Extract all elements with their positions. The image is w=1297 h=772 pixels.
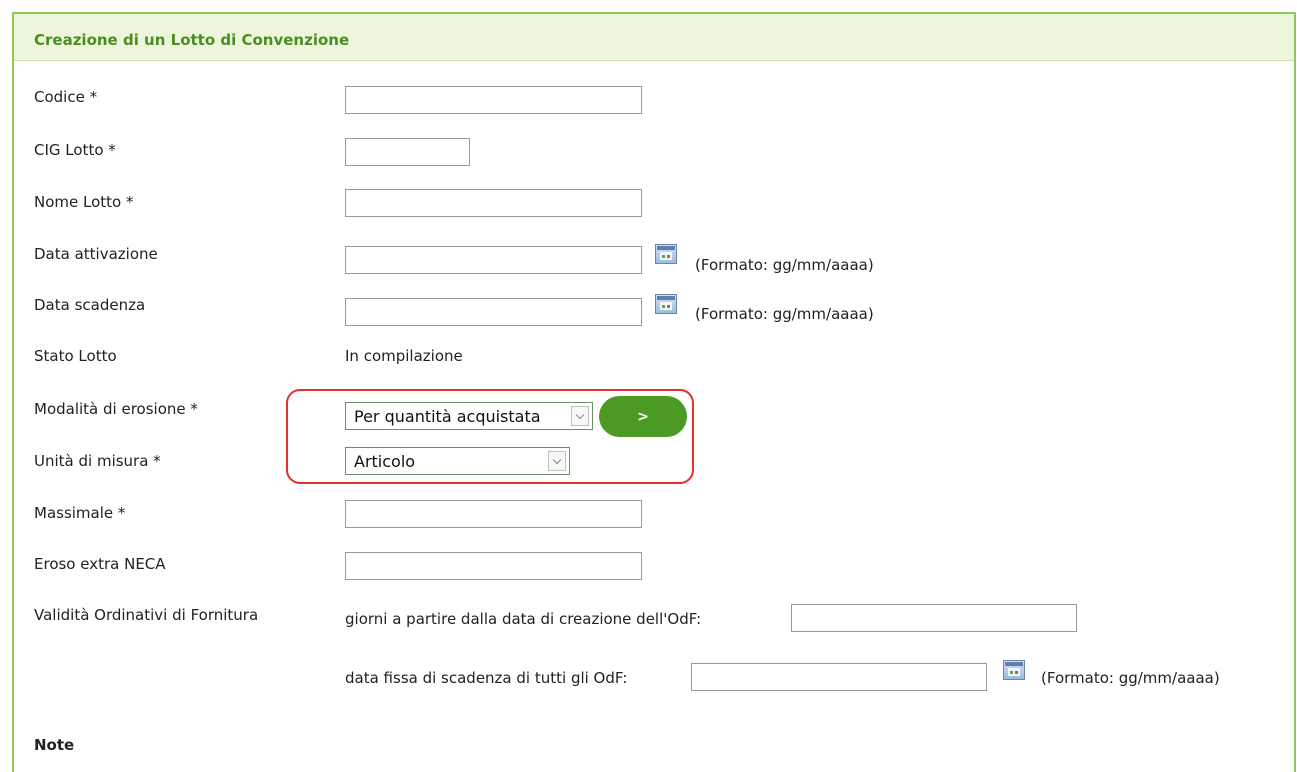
codice-label: Codice * [34,88,98,106]
massimale-input[interactable] [345,500,642,528]
eroso-extra-neca-input[interactable] [345,552,642,580]
data-attivazione-format-hint: (Formato: gg/mm/aaaa) [695,256,874,274]
data-fissa-input[interactable] [691,663,987,691]
modalita-erosione-label: Modalità di erosione * [34,400,198,418]
codice-input[interactable] [345,86,642,114]
unita-misura-label: Unità di misura * [34,452,161,470]
massimale-label: Massimale * [34,504,126,522]
unita-misura-select[interactable]: Articolo [345,447,570,475]
stato-lotto-value: In compilazione [345,347,463,365]
cig-lotto-label: CIG Lotto * [34,141,116,159]
panel-header: Creazione di un Lotto di Convenzione [14,14,1294,61]
apply-erosione-button[interactable]: > [599,396,687,437]
nome-lotto-input[interactable] [345,189,642,217]
calendar-icon[interactable] [1003,660,1025,680]
stato-lotto-label: Stato Lotto [34,347,117,365]
modalita-erosione-select[interactable]: Per quantità acquistata [345,402,593,430]
chevron-down-icon[interactable] [548,451,566,471]
giorni-label: giorni a partire dalla data di creazione… [345,610,702,628]
data-fissa-format-hint: (Formato: gg/mm/aaaa) [1041,669,1220,687]
calendar-icon[interactable] [655,244,677,264]
chevron-down-icon[interactable] [571,406,589,426]
modalita-erosione-selected: Per quantità acquistata [354,407,541,426]
data-scadenza-input[interactable] [345,298,642,326]
page-title: Creazione di un Lotto di Convenzione [34,31,350,49]
giorni-input[interactable] [791,604,1077,632]
calendar-icon[interactable] [655,294,677,314]
data-attivazione-label: Data attivazione [34,245,158,263]
data-attivazione-input[interactable] [345,246,642,274]
note-label: Note [34,736,75,754]
cig-lotto-input[interactable] [345,138,470,166]
eroso-extra-neca-label: Eroso extra NECA [34,555,166,573]
data-fissa-label: data fissa di scadenza di tutti gli OdF: [345,669,628,687]
unita-misura-selected: Articolo [354,452,416,471]
data-scadenza-format-hint: (Formato: gg/mm/aaaa) [695,305,874,323]
data-scadenza-label: Data scadenza [34,296,146,314]
validita-odf-label: Validità Ordinativi di Fornitura [34,606,259,624]
nome-lotto-label: Nome Lotto * [34,193,134,211]
